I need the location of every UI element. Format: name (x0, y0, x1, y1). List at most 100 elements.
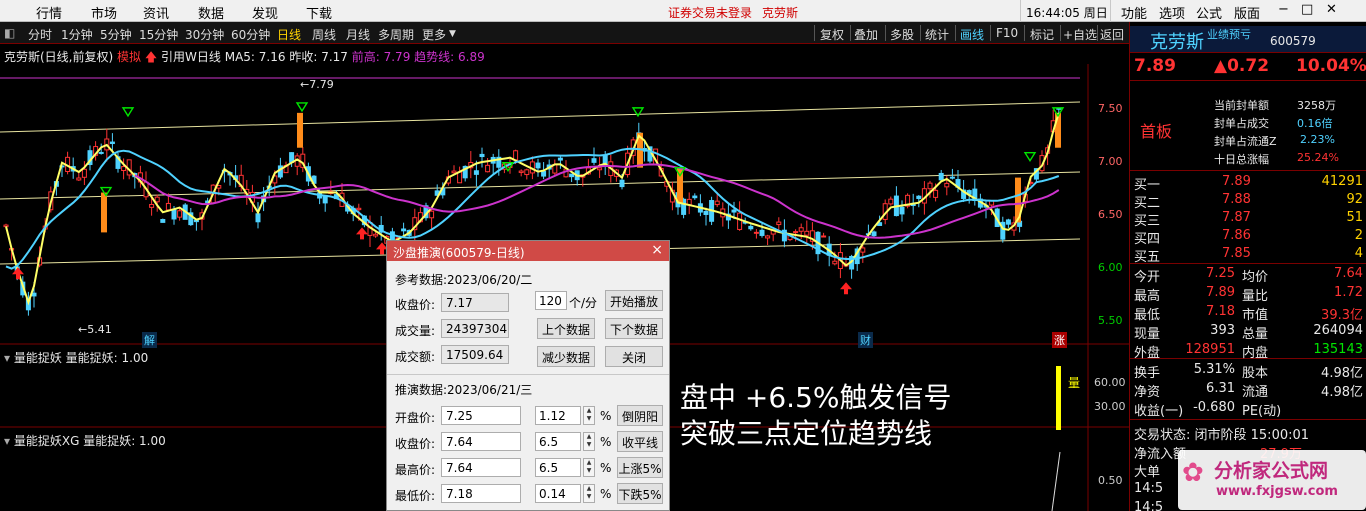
tab-more[interactable]: 更多 (422, 26, 446, 43)
dialog-title: 沙盘推演(600579-日线) (393, 246, 525, 260)
tab-60min[interactable]: 60分钟 (231, 26, 270, 43)
close-flat-button[interactable]: 收平线 (617, 431, 663, 452)
ref-close-field[interactable]: 7.17 (441, 293, 509, 312)
stat-label: 净资 (1134, 385, 1161, 400)
menu-banmian[interactable]: 版面 (1234, 3, 1260, 22)
tab-daily[interactable]: 日线 (277, 26, 301, 43)
dialog-titlebar[interactable]: 沙盘推演(600579-日线) × (387, 241, 669, 261)
tab-weekly[interactable]: 周线 (312, 26, 336, 43)
menu-shuju[interactable]: 数据 (198, 3, 224, 22)
jie-badge[interactable]: 解 (142, 332, 157, 348)
stat-value: -0.680 (1193, 400, 1235, 415)
bid-row[interactable]: 买一 7.89 41291 (1130, 174, 1366, 193)
tab-monthly[interactable]: 月线 (346, 26, 370, 43)
fall-5pct-button[interactable]: 下跌5% (617, 483, 663, 504)
multi-stock-button[interactable]: 多股 (890, 26, 914, 43)
speed-input[interactable]: 120 (535, 291, 567, 310)
candle-body (619, 179, 625, 188)
draw-line-button[interactable]: 画线 (960, 26, 984, 43)
more-dropdown-icon[interactable]: ▼ (449, 29, 456, 39)
tab-5min[interactable]: 5分钟 (100, 26, 132, 43)
bid-price: 7.85 (1222, 246, 1251, 261)
bid-row[interactable]: 买三 7.87 51 (1130, 210, 1366, 229)
tab-30min[interactable]: 30分钟 (185, 26, 224, 43)
candle-body (76, 177, 82, 181)
last-price: 7.89 (1134, 56, 1176, 76)
sub1-collapse-icon[interactable]: ▾ (4, 351, 10, 365)
candle-body (541, 170, 547, 177)
bid-row[interactable]: 买五 7.85 4 (1130, 246, 1366, 265)
tab-multi-period[interactable]: 多周期 (378, 26, 414, 43)
candle-body (171, 208, 177, 220)
spin-arrows-icon[interactable]: ▲ ▼ (583, 484, 595, 503)
pred-low-pct-input[interactable]: 0.14 (535, 484, 581, 503)
menu-gongneng[interactable]: 功能 (1121, 3, 1147, 22)
quote-label: 总量 (1242, 327, 1269, 342)
zhang-badge[interactable]: 涨 (1052, 332, 1067, 348)
ref-volume-field[interactable]: 24397304 (441, 319, 509, 338)
tab-1min[interactable]: 1分钟 (61, 26, 93, 43)
f10-button[interactable]: F10 (996, 26, 1018, 40)
bid-price: 7.89 (1222, 174, 1251, 189)
menu-zixun[interactable]: 资讯 (143, 3, 169, 22)
bid-label: 买四 (1134, 232, 1161, 247)
mark-button[interactable]: 标记 (1030, 26, 1054, 43)
candle-body (938, 172, 944, 181)
candle-body (356, 207, 362, 211)
candle-body (944, 182, 950, 188)
bid-row[interactable]: 买四 7.86 2 (1130, 228, 1366, 247)
play-button[interactable]: 开始播放 (605, 290, 663, 311)
overlay-button[interactable]: 叠加 (854, 26, 878, 43)
stats-button[interactable]: 统计 (925, 26, 949, 43)
stock-name-bar: 克劳斯 业绩预亏 600579 (1130, 26, 1366, 53)
quote-panel: 克劳斯 业绩预亏 600579 7.89 ▲0.72 10.04% 首板 当前封… (1129, 22, 1366, 511)
pred-open-pct-input[interactable]: 1.12 (535, 406, 581, 425)
stat-label: 收益(一) (1134, 404, 1184, 419)
dialog-close-icon[interactable]: × (651, 242, 663, 258)
reverse-yinyang-button[interactable]: 倒阴阳 (617, 405, 663, 426)
candle-body (569, 173, 575, 178)
menu-gongshi[interactable]: 公式 (1196, 3, 1222, 22)
close-icon[interactable]: ✕ (1326, 2, 1337, 17)
ref-amount-field[interactable]: 17509.64 (441, 345, 509, 364)
bid-row[interactable]: 买二 7.88 92 (1130, 192, 1366, 211)
pred-high-field[interactable]: 7.64 (441, 458, 521, 477)
pred-high-pct-input[interactable]: 6.5 (535, 458, 581, 477)
candle-body (949, 176, 955, 179)
add-watchlist-button[interactable]: +自选 (1063, 26, 1097, 43)
pred-close-field[interactable]: 7.64 (441, 432, 521, 451)
next-data-button[interactable]: 下个数据 (605, 318, 663, 339)
sub2-collapse-icon[interactable]: ▾ (4, 434, 10, 448)
spin-arrows-icon[interactable]: ▲ ▼ (583, 458, 595, 477)
dialog-close-button[interactable]: 关闭 (605, 346, 663, 367)
login-notice[interactable]: 证券交易未登录 (668, 4, 752, 21)
menu-hangqing[interactable]: 行情 (36, 3, 62, 22)
menu-faxian[interactable]: 发现 (252, 3, 278, 22)
toggle-panel-icon[interactable]: ◧ (4, 26, 15, 40)
pred-open-field[interactable]: 7.25 (441, 406, 521, 425)
prev-data-button[interactable]: 上个数据 (537, 318, 595, 339)
cai-badge[interactable]: 财 (858, 332, 873, 348)
pred-close-pct-input[interactable]: 6.5 (535, 432, 581, 451)
trend-label: 趋势线: 6.89 (414, 50, 485, 64)
minimize-icon[interactable]: − (1278, 2, 1289, 17)
bid-volume: 41291 (1321, 174, 1363, 189)
pred-section-label: 推演数据:2023/06/21/三 (395, 383, 533, 397)
sim-label: 模拟 (117, 50, 142, 64)
spin-arrows-icon[interactable]: ▲ ▼ (583, 432, 595, 451)
signal-candle (101, 192, 107, 233)
back-button[interactable]: 返回 (1100, 26, 1124, 43)
menu-xuanxiang[interactable]: 选项 (1159, 3, 1185, 22)
fuquan-button[interactable]: 复权 (820, 26, 844, 43)
menu-shichang[interactable]: 市场 (91, 3, 117, 22)
candle-body (821, 235, 827, 238)
reduce-data-button[interactable]: 减少数据 (537, 346, 595, 367)
rise-5pct-button[interactable]: 上涨5% (617, 457, 663, 478)
menu-xiazai[interactable]: 下载 (306, 3, 332, 22)
pred-low-field[interactable]: 7.18 (441, 484, 521, 503)
spin-arrows-icon[interactable]: ▲ ▼ (583, 406, 595, 425)
tab-fenshi[interactable]: 分时 (28, 26, 52, 43)
maximize-icon[interactable]: □ (1301, 2, 1313, 17)
tab-15min[interactable]: 15分钟 (139, 26, 178, 43)
stat-row: 收益(一) -0.680 PE(动) (1130, 400, 1366, 419)
